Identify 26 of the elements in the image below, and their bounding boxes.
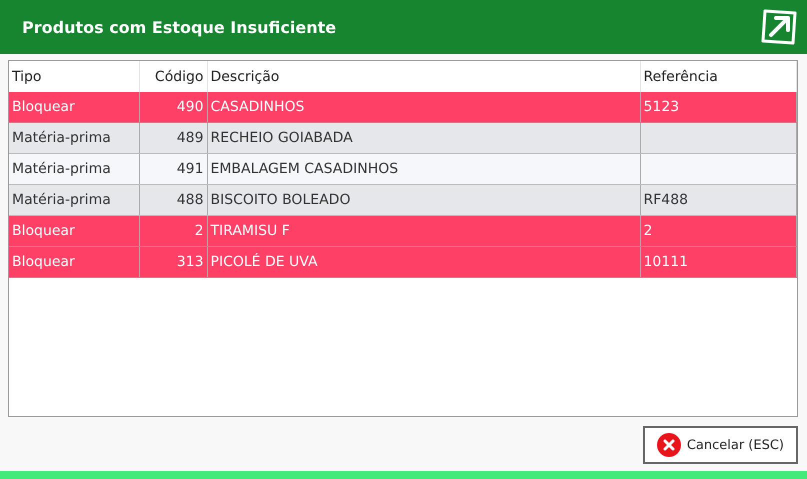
table-cell: CASADINHOS	[210, 99, 304, 115]
table-cell: RF488	[644, 192, 688, 208]
table-cell: 489	[176, 130, 204, 146]
arrow-logo-icon	[759, 7, 799, 47]
table-cell: PICOLÉ DE UVA	[210, 254, 318, 270]
table-cell: 491	[176, 161, 204, 177]
table-cell: 488	[176, 192, 204, 208]
table-cell: BISCOITO BOLEADO	[210, 192, 350, 208]
table-cell: Bloquear	[12, 223, 75, 239]
table-cell: 313	[176, 254, 204, 270]
cancel-button[interactable]: Cancelar (ESC)	[642, 426, 798, 464]
table-cell: 490	[176, 99, 204, 115]
table-cell: EMBALAGEM CASADINHOS	[210, 161, 398, 177]
table-cell: Bloquear	[12, 99, 75, 115]
table-cell: 10111	[644, 254, 688, 270]
table-cell: 2	[194, 223, 204, 239]
table-cell: RECHEIO GOIABADA	[210, 130, 353, 146]
table-cell: 2	[644, 223, 652, 239]
table-cell: TIRAMISU F	[210, 223, 290, 239]
table-cell: Matéria-prima	[12, 130, 111, 146]
close-icon	[656, 433, 681, 457]
table-cell: Matéria-prima	[12, 161, 111, 177]
window-title: Produtos com Estoque Insuficiente	[22, 18, 336, 36]
table-cell: 5123	[644, 99, 680, 115]
table-cell: Bloquear	[12, 254, 75, 270]
table-cell: Matéria-prima	[12, 192, 111, 208]
